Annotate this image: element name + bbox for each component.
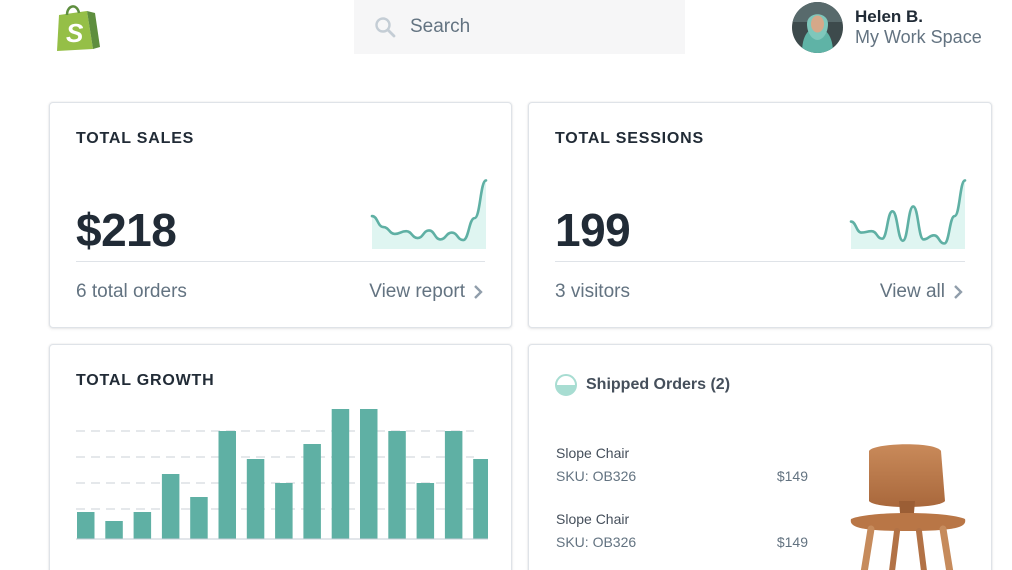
sessions-sparkline	[849, 179, 967, 249]
chevron-right-icon	[474, 285, 483, 299]
sales-sparkline-line	[370, 179, 488, 242]
total-sales-card: TOTAL SALES $218 6 total orders View rep…	[49, 102, 512, 328]
view-report-label: View report	[369, 281, 465, 302]
growth-bar[interactable]	[218, 431, 237, 539]
total-sales-value: $218	[76, 204, 177, 256]
total-sessions-value: 199	[555, 204, 631, 256]
card-title: TOTAL GROWTH	[76, 372, 215, 389]
shopify-logo[interactable]: S	[53, 1, 101, 53]
view-report-link[interactable]: View report	[369, 281, 483, 303]
visitors-text: 3 visitors	[555, 281, 630, 302]
growth-bar[interactable]	[246, 459, 265, 539]
view-all-link[interactable]: View all	[880, 281, 963, 303]
growth-bar[interactable]	[473, 459, 488, 539]
growth-bar[interactable]	[388, 431, 406, 539]
workspace-name: My Work Space	[855, 27, 982, 47]
orders-title: Shipped Orders (2)	[586, 376, 731, 393]
growth-bar[interactable]	[303, 444, 321, 539]
logo-letter: S	[66, 18, 84, 48]
avatar[interactable]	[792, 1, 843, 53]
order-product-name: Slope Chair	[556, 511, 630, 527]
search-bar[interactable]	[354, 0, 685, 54]
card-title: TOTAL SALES	[76, 130, 195, 147]
order-price: $149	[776, 468, 808, 484]
growth-bar[interactable]	[77, 512, 95, 539]
search-icon	[375, 17, 396, 38]
growth-bar-chart	[76, 409, 488, 540]
half-circle-status-icon	[555, 374, 577, 396]
growth-bar[interactable]	[416, 483, 435, 539]
growth-bar[interactable]	[105, 521, 123, 539]
order-product-name: Slope Chair	[556, 445, 630, 461]
growth-bar[interactable]	[444, 431, 463, 539]
order-item[interactable]: Slope Chair SKU: OB326 $149	[556, 511, 816, 550]
card-title: TOTAL SESSIONS	[555, 130, 705, 147]
growth-bar[interactable]	[190, 497, 208, 539]
growth-bar[interactable]	[161, 474, 180, 539]
chevron-right-icon	[954, 285, 963, 299]
chair-product-image	[850, 444, 966, 570]
user-name: Helen B.	[855, 7, 924, 26]
shopify-bag-icon: S	[57, 5, 100, 51]
view-all-label: View all	[879, 281, 945, 302]
shipped-orders-card: Shipped Orders (2) Slope Chair SKU: OB32…	[528, 344, 992, 570]
divider	[555, 261, 965, 262]
order-item[interactable]: Slope Chair SKU: OB326 $149	[556, 445, 816, 484]
growth-bar[interactable]	[360, 409, 378, 539]
orders-header[interactable]: Shipped Orders (2)	[555, 374, 730, 396]
sales-sparkline-area	[372, 180, 486, 249]
divider	[76, 261, 485, 262]
growth-bar[interactable]	[133, 512, 152, 539]
user-avatar-icon	[792, 1, 843, 53]
growth-bar[interactable]	[275, 483, 293, 539]
sales-sparkline	[370, 179, 488, 249]
total-sessions-card: TOTAL SESSIONS 199 3 visitors View all	[528, 102, 992, 328]
growth-bar[interactable]	[331, 409, 350, 539]
total-orders-text: 6 total orders	[76, 281, 187, 302]
search-input[interactable]	[410, 16, 650, 38]
total-growth-card: TOTAL GROWTH	[49, 344, 512, 570]
order-price: $149	[776, 534, 808, 550]
user-menu[interactable]: Helen B. My Work Space	[792, 0, 982, 54]
